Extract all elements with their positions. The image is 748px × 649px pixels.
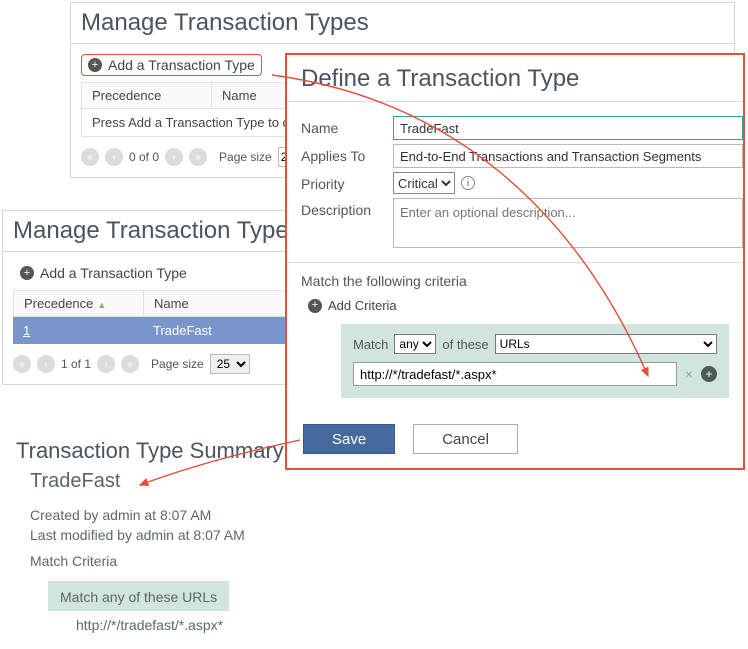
pgsize-label: Page size [151,357,204,371]
add-criteria-row-icon[interactable]: + [701,366,717,382]
add-link-label: Add a Transaction Type [108,57,255,73]
panel-title: Manage Transaction Types [71,3,734,44]
add-transaction-type-link[interactable]: + Add a Transaction Type [13,262,194,284]
transaction-type-summary: Transaction Type Summary TradeFast Creat… [16,438,316,633]
pager-next-icon[interactable]: › [97,355,115,373]
name-field[interactable] [393,116,743,140]
define-transaction-type-dialog: Define a Transaction Type Name Applies T… [285,53,745,470]
sort-asc-icon: ▲ [97,300,106,310]
add-transaction-type-link[interactable]: + Add a Transaction Type [81,54,262,76]
summary-criteria-text: Match any of these URLs [48,581,229,611]
pager-status: 0 of 0 [129,150,159,164]
add-link-label: Add a Transaction Type [40,265,187,281]
name-label: Name [301,116,393,136]
plus-icon: + [88,58,102,72]
add-criteria-label: Add Criteria [328,298,397,313]
summary-criteria-url: http://*/tradefast/*.aspx* [76,617,316,633]
plus-icon: + [308,299,322,313]
pgsize-select[interactable]: 25 [210,354,250,374]
col-precedence[interactable]: Precedence [82,83,212,108]
summary-criteria-label: Match Criteria [30,553,316,569]
info-icon[interactable]: i [461,176,475,190]
applies-to-label: Applies To [301,144,393,164]
criteria-box: Match any of these URLs × + [341,324,729,398]
cancel-button[interactable]: Cancel [413,424,518,454]
row-precedence-link[interactable]: 1 [23,323,30,338]
match-word: Match [353,337,388,352]
pager-first-icon[interactable]: « [81,148,99,166]
dialog-title: Define a Transaction Type [287,55,743,102]
summary-modified: Last modified by admin at 8:07 AM [30,527,316,543]
pgsize-label: Page size [219,150,272,164]
priority-select[interactable]: Critical [393,172,455,194]
save-button[interactable]: Save [303,424,395,454]
description-label: Description [301,198,393,218]
match-mode-select[interactable]: any [394,334,436,354]
col-precedence[interactable]: Precedence▲ [14,291,144,316]
criteria-value-field[interactable] [353,362,677,386]
summary-name: TradeFast [30,470,316,493]
description-field[interactable] [393,198,743,248]
summary-title: Transaction Type Summary [16,438,316,464]
plus-icon: + [20,266,34,280]
pager-next-icon[interactable]: › [165,148,183,166]
applies-to-field[interactable] [393,144,743,168]
of-these-label: of these [442,337,488,352]
pager-first-icon[interactable]: « [13,355,31,373]
pager-prev-icon[interactable]: ‹ [105,148,123,166]
pager-status: 1 of 1 [61,357,91,371]
criteria-header: Match the following criteria [301,273,743,289]
match-target-select[interactable]: URLs [495,334,717,354]
pager-prev-icon[interactable]: ‹ [37,355,55,373]
pager-last-icon[interactable]: » [121,355,139,373]
pager-last-icon[interactable]: » [189,148,207,166]
remove-criteria-icon[interactable]: × [685,366,693,382]
summary-created: Created by admin at 8:07 AM [30,507,316,523]
add-criteria-link[interactable]: + Add Criteria [301,295,404,316]
priority-label: Priority [301,172,393,192]
